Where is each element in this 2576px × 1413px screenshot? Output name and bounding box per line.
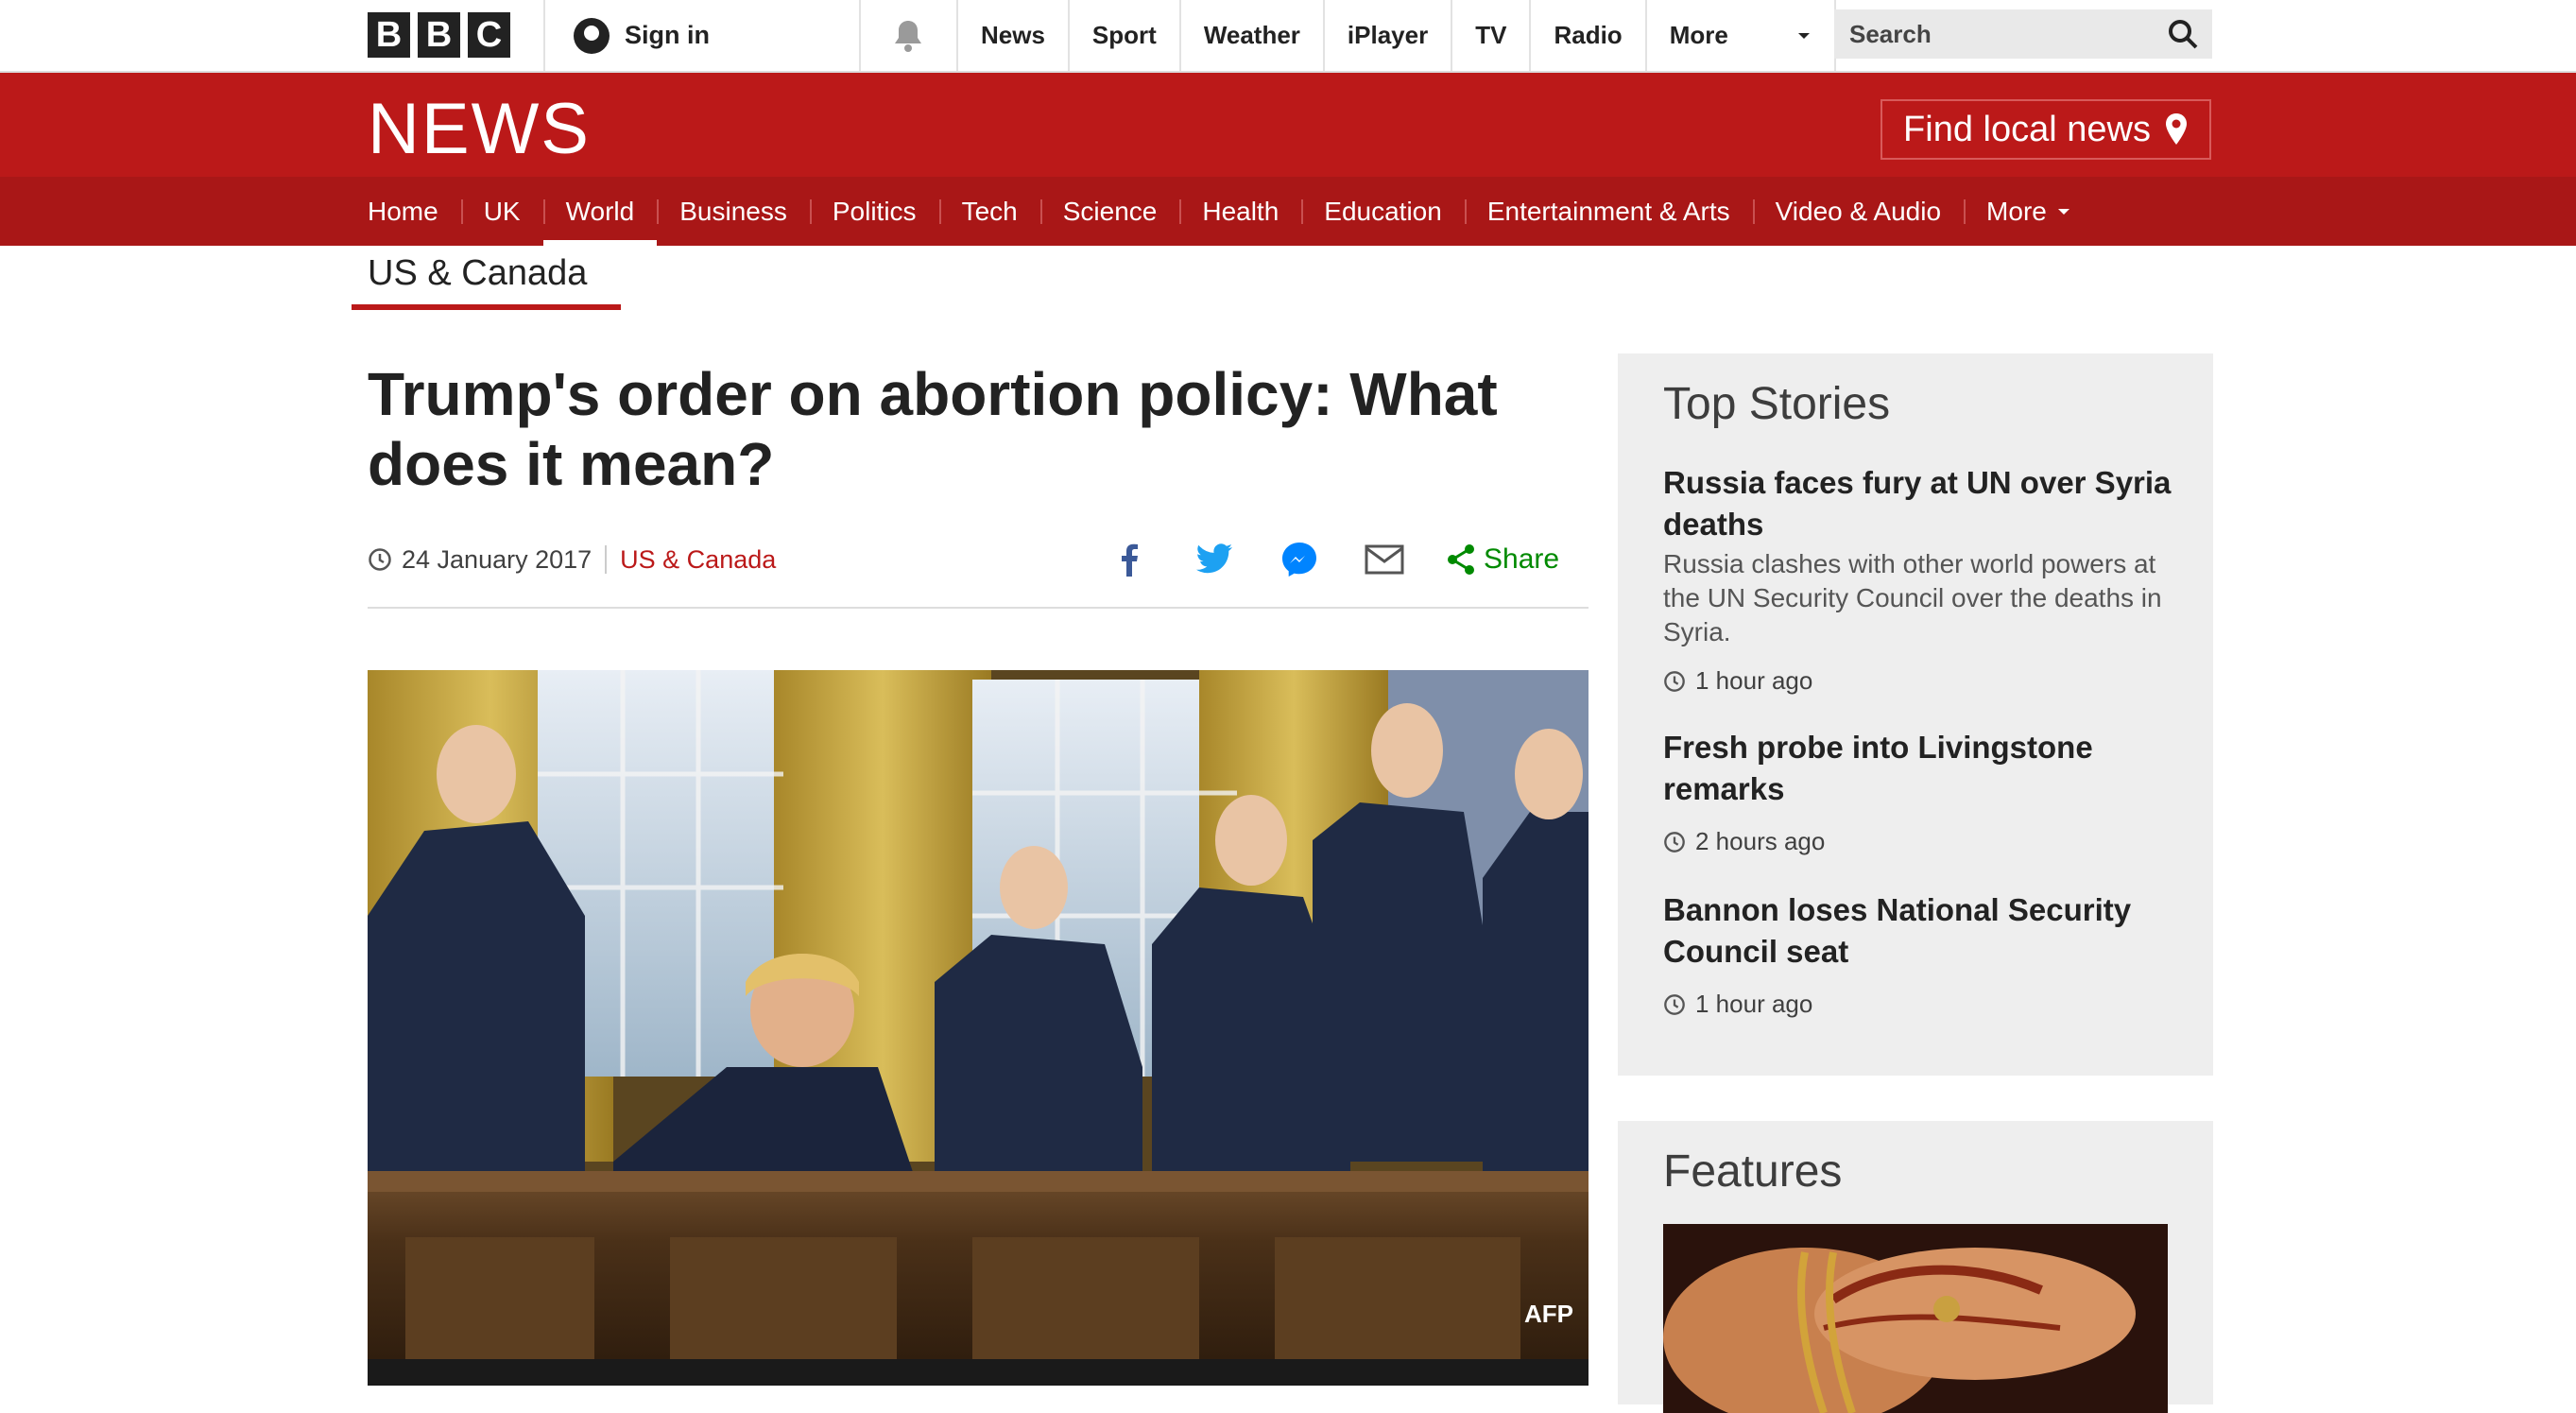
share-icon xyxy=(1448,544,1474,575)
share-button[interactable]: Share xyxy=(1446,543,1559,576)
section-nav-politics[interactable]: Politics xyxy=(809,177,939,246)
top-nav-radio[interactable]: Radio xyxy=(1529,0,1644,71)
top-story-headline[interactable]: Fresh probe into Livingstone remarks xyxy=(1663,727,2173,810)
chevron-down-icon xyxy=(2057,208,2069,215)
search-icon[interactable] xyxy=(2167,18,2199,50)
top-story-time: 1 hour ago xyxy=(1695,990,1813,1018)
top-story-timestamp: 1 hour ago xyxy=(1663,666,2173,696)
section-nav-health[interactable]: Health xyxy=(1179,177,1301,246)
top-story-summary: Russia clashes with other world powers a… xyxy=(1663,549,2162,646)
image-caption-bar xyxy=(368,1359,1589,1386)
top-nav-tv[interactable]: TV xyxy=(1451,0,1529,71)
section-nav-more-label: More xyxy=(1986,196,2047,226)
section-nav-entertainment-arts[interactable]: Entertainment & Arts xyxy=(1464,177,1753,246)
twitter-icon xyxy=(1196,543,1232,574)
chevron-down-icon xyxy=(1797,32,1810,39)
section-nav-more[interactable]: More xyxy=(1964,177,2094,246)
section-nav-video-audio[interactable]: Video & Audio xyxy=(1752,177,1964,246)
top-story-headline[interactable]: Bannon loses National Security Council s… xyxy=(1663,889,2173,973)
top-story-timestamp: 2 hours ago xyxy=(1663,827,2173,856)
account-icon xyxy=(574,17,610,54)
find-local-news-button[interactable]: Find local news xyxy=(1880,99,2211,160)
top-nav-iplayer[interactable]: iPlayer xyxy=(1322,0,1451,71)
bbc-logo-block: B xyxy=(368,12,410,58)
facebook-share-button[interactable] xyxy=(1106,536,1153,583)
news-logo[interactable]: NEWS xyxy=(368,88,591,170)
top-story-item[interactable]: Fresh probe into Livingstone remarks 2 h… xyxy=(1663,727,2173,856)
facebook-icon xyxy=(1122,543,1138,577)
meta-divider xyxy=(605,545,608,574)
top-nav-more[interactable]: More xyxy=(1644,0,1836,71)
find-local-news-label: Find local news xyxy=(1903,109,2151,149)
section-nav-education[interactable]: Education xyxy=(1301,177,1465,246)
section-nav-science[interactable]: Science xyxy=(1039,177,1180,246)
messenger-share-button[interactable] xyxy=(1276,536,1323,583)
top-story-headline[interactable]: Russia faces fury at UN over Syria death… xyxy=(1663,462,2173,545)
top-nav-news[interactable]: News xyxy=(956,0,1068,71)
bbc-logo-block: B xyxy=(418,12,460,58)
article-meta: 24 January 2017 US & Canada xyxy=(368,539,776,580)
share-tools: Share xyxy=(1106,534,1559,585)
features-title: Features xyxy=(1663,1146,1843,1197)
location-pin-icon xyxy=(2165,113,2187,145)
messenger-icon xyxy=(1282,543,1316,577)
oval-office-signing-photo xyxy=(368,670,1589,1386)
clock-icon xyxy=(369,548,391,571)
top-nav-more-label: More xyxy=(1669,21,1728,49)
meta-rule xyxy=(368,607,1589,609)
clock-icon xyxy=(1664,831,1685,853)
section-nav-uk[interactable]: UK xyxy=(460,177,543,246)
features-panel: Features xyxy=(1618,1121,2213,1413)
image-credit: AFP xyxy=(1524,1300,1573,1328)
search-box[interactable] xyxy=(1834,9,2212,59)
top-story-item[interactable]: Bannon loses National Security Council s… xyxy=(1663,889,2173,1019)
bbc-top-bar: B B C Sign in News Sport Weather iPlayer… xyxy=(0,0,2576,73)
sign-in-button[interactable]: Sign in xyxy=(543,0,861,71)
section-nav-tech[interactable]: Tech xyxy=(938,177,1040,246)
active-tab-indicator xyxy=(352,304,621,310)
top-stories-title: Top Stories xyxy=(1663,379,1891,429)
top-story-time: 2 hours ago xyxy=(1695,827,1826,855)
article-headline: Trump's order on abortion policy: What d… xyxy=(368,360,1498,498)
news-masthead: NEWS Find local news xyxy=(0,73,2576,177)
top-stories-panel: Top Stories Russia faces fury at UN over… xyxy=(1618,353,2213,1076)
email-share-button[interactable] xyxy=(1361,536,1408,583)
section-nav-business[interactable]: Business xyxy=(657,177,810,246)
article-main-image: AFP xyxy=(368,670,1589,1386)
top-nav-weather[interactable]: Weather xyxy=(1178,0,1323,71)
email-icon xyxy=(1365,544,1404,575)
top-story-timestamp: 1 hour ago xyxy=(1663,990,2173,1019)
bell-icon xyxy=(895,20,921,52)
subsection-tab-us-canada[interactable]: US & Canada xyxy=(368,253,587,294)
sign-in-label: Sign in xyxy=(625,21,710,49)
section-nav: Home UK World Business Politics Tech Sci… xyxy=(0,177,2576,246)
article-category-link[interactable]: US & Canada xyxy=(620,545,776,575)
share-label: Share xyxy=(1484,543,1560,575)
search-input[interactable] xyxy=(1847,18,2135,50)
feature-image[interactable] xyxy=(1663,1224,2168,1413)
clock-icon xyxy=(1664,670,1685,692)
notifications-button[interactable] xyxy=(859,0,955,71)
section-nav-world[interactable]: World xyxy=(542,177,658,246)
section-nav-home[interactable]: Home xyxy=(368,177,461,246)
bbc-logo-block: C xyxy=(468,12,510,58)
bbc-logo[interactable]: B B C xyxy=(368,12,510,58)
article-date: 24 January 2017 xyxy=(402,544,592,574)
top-nav: News Sport Weather iPlayer TV Radio More xyxy=(956,0,1836,71)
henna-hands-photo xyxy=(1663,1224,2168,1413)
top-nav-sport[interactable]: Sport xyxy=(1067,0,1179,71)
clock-icon xyxy=(1664,993,1685,1015)
twitter-share-button[interactable] xyxy=(1191,536,1238,583)
top-story-item[interactable]: Russia faces fury at UN over Syria death… xyxy=(1663,462,2173,696)
top-story-time: 1 hour ago xyxy=(1695,666,1813,695)
